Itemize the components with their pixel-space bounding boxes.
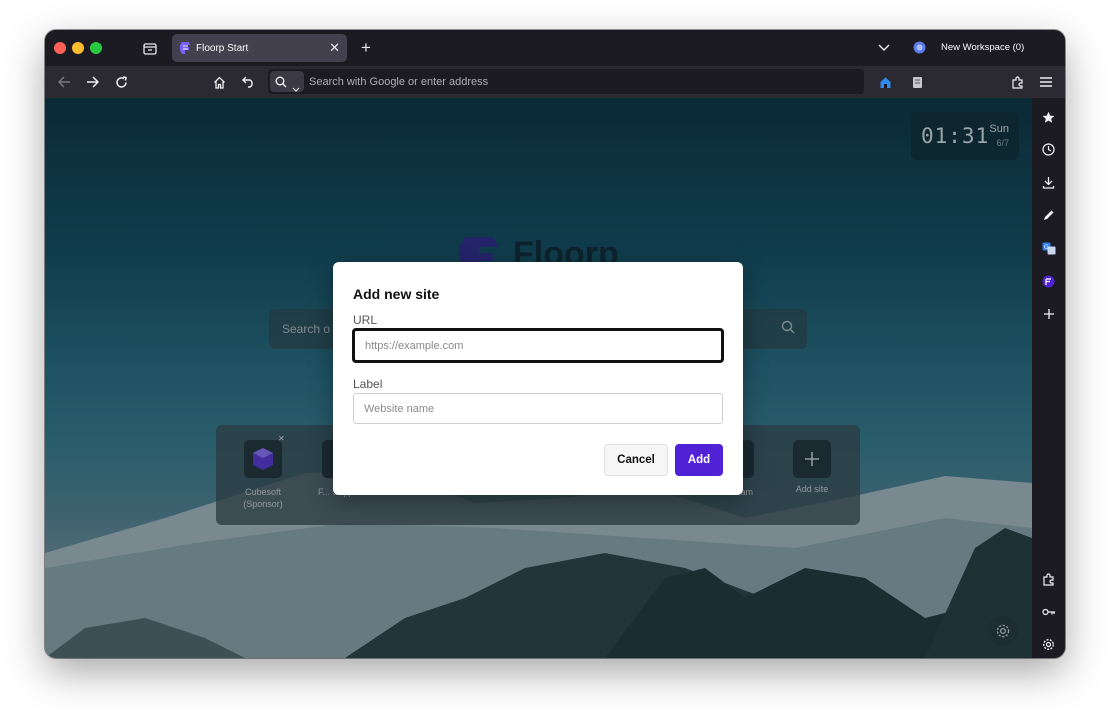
navigation-toolbar: Search with Google or enter address <box>45 66 1065 98</box>
pen-icon[interactable] <box>1032 205 1065 225</box>
settings-gear-icon[interactable] <box>1032 634 1065 654</box>
new-tab-button[interactable]: + <box>357 38 375 57</box>
search-icon <box>275 75 287 93</box>
extensions-icon[interactable] <box>1009 74 1025 90</box>
home-icon[interactable] <box>211 74 227 90</box>
tab-bar: Floorp Start ✕ + New Workspace (0) <box>45 30 1065 66</box>
tab-manager-icon[interactable] <box>142 40 158 56</box>
translate-icon[interactable]: G <box>1032 238 1065 258</box>
tab-list-chevron-icon[interactable] <box>877 41 891 55</box>
url-field-label: URL <box>353 313 378 327</box>
extensions-icon[interactable] <box>1032 569 1065 589</box>
svg-text:G: G <box>1044 244 1049 251</box>
download-icon[interactable] <box>1032 172 1065 192</box>
add-site-dialog: Add new site URL Label Cancel Add <box>333 262 743 495</box>
label-field-label: Label <box>353 377 383 391</box>
chevron-down-icon <box>292 79 300 97</box>
back-arrow-icon[interactable] <box>56 74 72 90</box>
maximize-window-button[interactable] <box>90 42 102 54</box>
workspace-label[interactable]: New Workspace (0) <box>941 42 1024 53</box>
cancel-button[interactable]: Cancel <box>604 444 668 476</box>
history-icon[interactable] <box>1032 139 1065 159</box>
right-sidebar: G <box>1032 98 1065 658</box>
tab-title: Floorp Start <box>196 43 249 54</box>
minimize-window-button[interactable] <box>72 42 84 54</box>
floorp-favicon-icon <box>179 41 191 58</box>
floorp-icon[interactable] <box>1032 271 1065 291</box>
forward-arrow-icon[interactable] <box>84 74 100 90</box>
floorp-home-icon[interactable] <box>877 74 893 90</box>
menu-icon[interactable] <box>1038 74 1054 90</box>
browser-window: Floorp Start ✕ + New Workspace (0) Searc… <box>45 30 1065 658</box>
address-placeholder: Search with Google or enter address <box>309 76 489 88</box>
search-engine-selector[interactable] <box>270 71 304 92</box>
url-input[interactable] <box>353 329 723 362</box>
label-input[interactable] <box>353 393 723 424</box>
undo-close-tab-icon[interactable] <box>240 74 256 90</box>
key-icon[interactable] <box>1032 602 1065 622</box>
tab-floorp-start[interactable]: Floorp Start ✕ <box>172 34 347 62</box>
notes-icon[interactable] <box>909 74 925 90</box>
address-bar[interactable]: Search with Google or enter address <box>268 69 864 94</box>
reload-icon[interactable] <box>113 74 129 90</box>
dialog-title: Add new site <box>353 286 440 302</box>
workspace-icon[interactable] <box>912 40 926 54</box>
star-icon[interactable] <box>1032 107 1065 127</box>
close-tab-icon[interactable]: ✕ <box>329 40 340 56</box>
add-panel-plus-icon[interactable] <box>1032 304 1065 324</box>
close-window-button[interactable] <box>54 42 66 54</box>
add-button[interactable]: Add <box>675 444 723 476</box>
